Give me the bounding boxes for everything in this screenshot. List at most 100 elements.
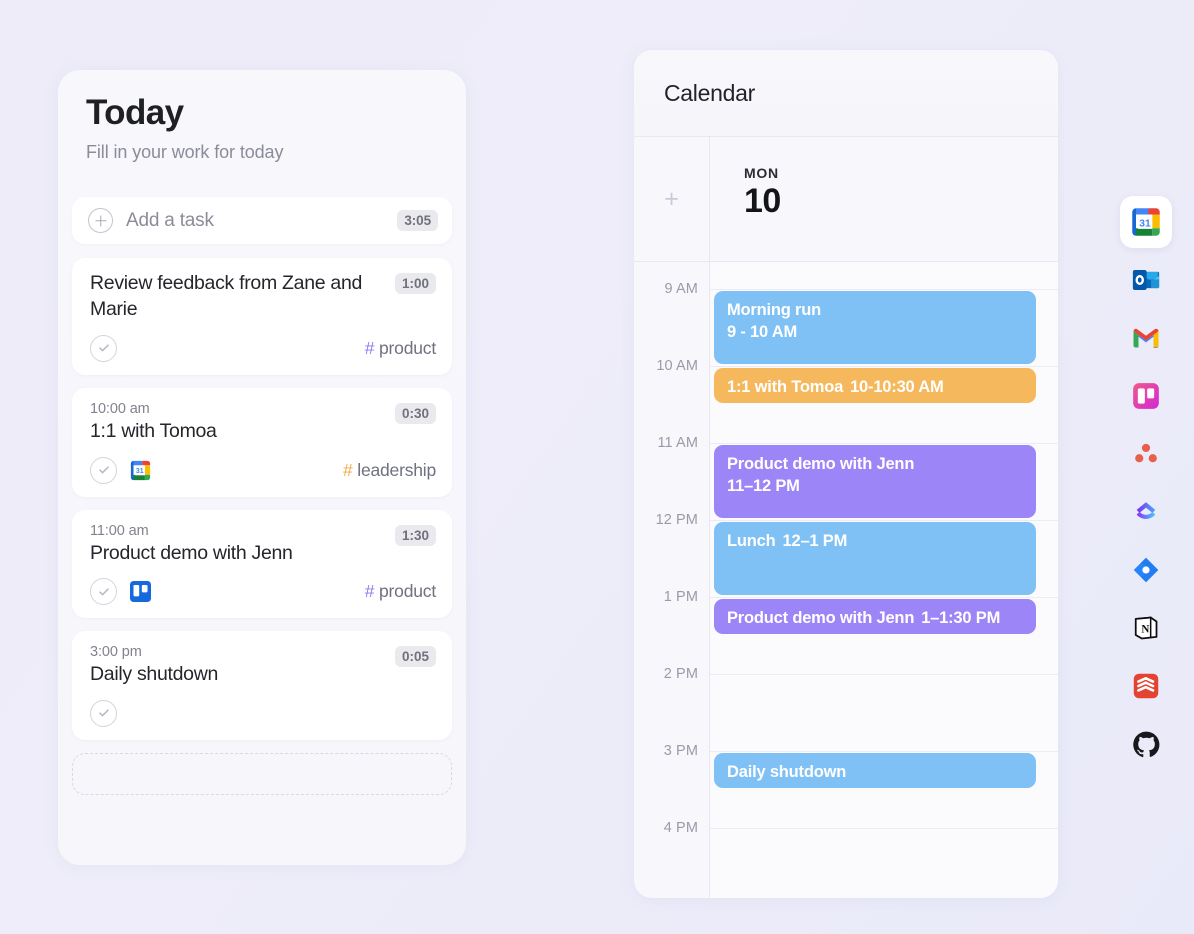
task-title: Product demo with Jenn bbox=[90, 541, 293, 564]
task-bottom bbox=[90, 699, 436, 727]
task-tag-label: product bbox=[379, 337, 436, 358]
trello-icon[interactable] bbox=[130, 581, 151, 603]
hour-gridline bbox=[710, 443, 1058, 444]
dock-item-jira[interactable] bbox=[1120, 544, 1172, 596]
calendar-add-cell[interactable]: + bbox=[634, 137, 710, 261]
task-row[interactable]: 10:00 am 1:1 with Tomoa 0:30 31 # leader… bbox=[72, 387, 452, 497]
dock-item-trello[interactable] bbox=[1120, 370, 1172, 422]
dock-item-clickup[interactable] bbox=[1120, 486, 1172, 538]
task-row[interactable]: 11:00 am Product demo with Jenn 1:30 # p… bbox=[72, 509, 452, 619]
task-tag[interactable]: # leadership bbox=[343, 460, 436, 481]
task-textcol: 11:00 am Product demo with Jenn bbox=[90, 523, 395, 567]
svg-text:31: 31 bbox=[136, 468, 144, 475]
calendar-time-gutter: 9 AM 10 AM 11 AM 12 PM 1 PM 2 PM 3 PM 4 PM bbox=[634, 262, 710, 898]
task-tag-label: product bbox=[379, 581, 436, 602]
jira-icon bbox=[1133, 557, 1159, 583]
hash-symbol: # bbox=[364, 337, 375, 358]
add-task-duration-badge: 3:05 bbox=[397, 210, 438, 232]
hour-gridline bbox=[710, 828, 1058, 829]
today-header: Today Fill in your work for today bbox=[58, 70, 466, 163]
github-icon bbox=[1132, 731, 1159, 757]
task-row[interactable]: Review feedback from Zane and Marie 1:00… bbox=[72, 258, 452, 375]
asana-icon bbox=[1135, 443, 1157, 463]
hour-gridline bbox=[710, 597, 1058, 598]
task-duration-badge: 0:30 bbox=[394, 402, 436, 424]
hour-gridline bbox=[710, 289, 1058, 290]
calendar-event[interactable]: Product demo with Jenn 1–1:30 PM bbox=[714, 599, 1036, 634]
task-title: 1:1 with Tomoa bbox=[90, 419, 217, 442]
hour-label: 3 PM bbox=[663, 743, 698, 759]
event-title: Morning run bbox=[727, 301, 822, 319]
calendar-title: Calendar bbox=[664, 79, 755, 106]
dock-item-outlook[interactable] bbox=[1120, 254, 1172, 306]
task-tag-label: leadership bbox=[357, 459, 436, 480]
hour-label: 2 PM bbox=[663, 666, 698, 682]
task-top: Review feedback from Zane and Marie 1:00 bbox=[90, 271, 436, 322]
task-textcol: 3:00 pm Daily shutdown bbox=[90, 644, 395, 688]
event-title: 1:1 with Tomoa bbox=[727, 378, 844, 396]
event-time: 1–1:30 PM bbox=[921, 609, 1001, 627]
task-row[interactable]: 3:00 pm Daily shutdown 0:05 bbox=[72, 631, 452, 740]
calendar-event[interactable]: Morning run 9 - 10 AM bbox=[714, 291, 1036, 364]
task-bottom: # product bbox=[90, 334, 436, 362]
notion-icon: N bbox=[1134, 616, 1158, 640]
event-time: 9 - 10 AM bbox=[727, 323, 798, 342]
hour-label: 11 AM bbox=[657, 435, 698, 451]
calendar-grid[interactable]: Morning run 9 - 10 AM 1:1 with Tomoa 10-10:… bbox=[710, 262, 1058, 898]
event-time: 12–1 PM bbox=[782, 532, 848, 550]
dock-item-notion[interactable]: N bbox=[1120, 602, 1172, 654]
hour-label: 4 PM bbox=[663, 820, 698, 836]
calendar-event[interactable]: Product demo with Jenn 11–12 PM bbox=[714, 445, 1036, 518]
event-time: 11–12 PM bbox=[727, 477, 800, 496]
event-title: Product demo with Jenn bbox=[727, 455, 915, 473]
task-bottom: 31 # leadership bbox=[90, 456, 436, 484]
calendar-event[interactable]: Daily shutdown bbox=[714, 753, 1036, 788]
calendar-day-header[interactable]: MON 10 bbox=[710, 137, 1058, 261]
hour-gridline bbox=[710, 674, 1058, 675]
task-top: 3:00 pm Daily shutdown 0:05 bbox=[90, 644, 436, 688]
task-duration-badge: 1:30 bbox=[394, 524, 436, 546]
task-title: Review feedback from Zane and Marie bbox=[90, 272, 363, 321]
check-circle-icon[interactable] bbox=[90, 456, 117, 484]
task-time: 10:00 am bbox=[90, 400, 150, 417]
hour-label: 12 PM bbox=[655, 512, 698, 528]
app-dock: 31 N bbox=[1120, 196, 1172, 770]
svg-text:31: 31 bbox=[1139, 218, 1151, 229]
page-subtitle: Fill in your work for today bbox=[86, 142, 284, 163]
task-bottom: # product bbox=[90, 578, 436, 606]
calendar-event[interactable]: 1:1 with Tomoa 10-10:30 AM bbox=[714, 368, 1036, 403]
calendar-body: 9 AM 10 AM 11 AM 12 PM 1 PM 2 PM 3 PM 4 PM Morn… bbox=[634, 262, 1058, 898]
plus-icon: + bbox=[664, 184, 679, 213]
hour-label: 9 AM bbox=[664, 281, 698, 297]
task-top: 10:00 am 1:1 with Tomoa 0:30 bbox=[90, 401, 436, 445]
calendar-event[interactable]: Lunch 12–1 PM bbox=[714, 522, 1036, 595]
check-circle-icon[interactable] bbox=[90, 578, 117, 606]
task-drop-zone[interactable] bbox=[72, 752, 452, 795]
hash-symbol: # bbox=[343, 459, 353, 480]
dock-item-google-calendar[interactable]: 31 bbox=[1120, 196, 1172, 248]
task-tag[interactable]: # product bbox=[365, 581, 436, 602]
dock-item-asana[interactable] bbox=[1120, 428, 1172, 480]
dock-item-gmail[interactable] bbox=[1120, 312, 1172, 364]
event-time: 10-10:30 AM bbox=[850, 378, 944, 396]
task-tag[interactable]: # product bbox=[365, 338, 436, 359]
check-circle-icon[interactable] bbox=[90, 334, 117, 362]
dock-item-github[interactable] bbox=[1120, 718, 1172, 770]
hour-gridline bbox=[710, 520, 1058, 521]
dock-item-todoist[interactable] bbox=[1120, 660, 1172, 712]
add-task-row[interactable]: Add a task 3:05 bbox=[72, 197, 452, 245]
task-list: Review feedback from Zane and Marie 1:00… bbox=[72, 258, 452, 740]
hour-gridline bbox=[710, 751, 1058, 752]
plus-circle-icon bbox=[88, 208, 113, 234]
calendar-daybar: + MON 10 bbox=[634, 136, 1058, 262]
event-title: Daily shutdown bbox=[727, 763, 847, 781]
day-number: 10 bbox=[744, 182, 781, 220]
task-textcol: 10:00 am 1:1 with Tomoa bbox=[90, 401, 395, 445]
google-calendar-icon[interactable]: 31 bbox=[130, 460, 151, 481]
task-title: Daily shutdown bbox=[90, 663, 219, 686]
hour-label: 1 PM bbox=[663, 589, 698, 605]
check-circle-icon[interactable] bbox=[90, 699, 117, 727]
task-top: 11:00 am Product demo with Jenn 1:30 bbox=[90, 523, 436, 567]
day-of-week: MON bbox=[744, 165, 779, 181]
add-task-label: Add a task bbox=[126, 209, 214, 231]
